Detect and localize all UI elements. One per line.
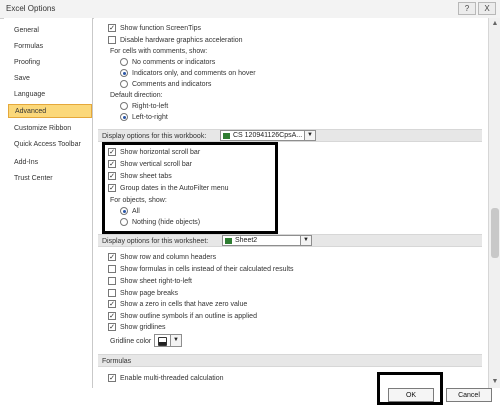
direction-option-rtl[interactable]: Right-to-left bbox=[120, 101, 168, 112]
gridline-color-label: Gridline color bbox=[110, 338, 152, 345]
direction-option-ltr[interactable]: Left-to-right bbox=[120, 112, 168, 123]
sidebar-item-formulas[interactable]: Formulas bbox=[8, 40, 92, 54]
comments-heading: For cells with comments, show: bbox=[110, 48, 208, 55]
comments-option-all[interactable]: Comments and indicators bbox=[120, 79, 211, 90]
sidebar-item-language[interactable]: Language bbox=[8, 88, 92, 102]
multithread-calc-option[interactable]: ✓ Enable multi-threaded calculation bbox=[108, 373, 224, 384]
sidebar-item-general[interactable]: General bbox=[8, 24, 92, 38]
radio-button[interactable] bbox=[120, 80, 128, 88]
workbook-dropdown[interactable]: CS 120941126CpsA... ▼ bbox=[220, 130, 316, 141]
sheet-icon bbox=[225, 238, 232, 244]
checkbox[interactable]: ✓ bbox=[108, 323, 116, 331]
chevron-down-icon[interactable]: ▼ bbox=[170, 335, 181, 346]
checkbox[interactable]: ✓ bbox=[108, 24, 116, 32]
sidebar-item-advanced[interactable]: Advanced bbox=[8, 104, 92, 118]
highlight-annotation-box bbox=[102, 142, 278, 234]
chevron-down-icon[interactable]: ▼ bbox=[304, 131, 315, 140]
checkbox[interactable] bbox=[108, 265, 116, 273]
show-formulas-option[interactable]: Show formulas in cells instead of their … bbox=[108, 264, 294, 275]
excel-workbook-icon bbox=[223, 133, 230, 139]
show-gridlines-option[interactable]: ✓ Show gridlines bbox=[108, 322, 166, 333]
show-sheet-rtl-option[interactable]: Show sheet right-to-left bbox=[108, 276, 192, 287]
checkbox[interactable] bbox=[108, 289, 116, 297]
checkbox[interactable]: ✓ bbox=[108, 312, 116, 320]
window-title: Excel Options bbox=[6, 4, 56, 13]
title-bar: Excel Options ? X bbox=[0, 0, 500, 19]
radio-button[interactable] bbox=[120, 113, 128, 121]
ok-button[interactable]: OK bbox=[388, 388, 434, 402]
close-button[interactable]: X bbox=[478, 2, 496, 15]
sidebar-item-save[interactable]: Save bbox=[8, 72, 92, 86]
formulas-section-header: Formulas bbox=[98, 354, 482, 367]
show-outline-symbols-option[interactable]: ✓ Show outline symbols if an outline is … bbox=[108, 311, 257, 322]
cancel-button[interactable]: Cancel bbox=[446, 388, 492, 402]
show-zero-option[interactable]: ✓ Show a zero in cells that have zero va… bbox=[108, 299, 247, 310]
sidebar-item-customize-ribbon[interactable]: Customize Ribbon bbox=[8, 122, 92, 136]
sidebar-item-proofing[interactable]: Proofing bbox=[8, 56, 92, 70]
show-page-breaks-option[interactable]: Show page breaks bbox=[108, 288, 178, 299]
direction-heading: Default direction: bbox=[110, 92, 163, 99]
comments-option-indicators[interactable]: Indicators only, and comments on hover bbox=[120, 68, 256, 79]
comments-option-none[interactable]: No comments or indicators bbox=[120, 57, 215, 68]
options-sidebar: General Formulas Proofing Save Language … bbox=[4, 18, 93, 388]
checkbox[interactable]: ✓ bbox=[108, 300, 116, 308]
radio-button[interactable] bbox=[120, 58, 128, 66]
scroll-down-icon[interactable]: ▼ bbox=[489, 376, 500, 388]
gridline-color-picker[interactable]: ▼ bbox=[154, 334, 182, 347]
paint-bucket-icon bbox=[158, 337, 167, 346]
sidebar-item-trust-center[interactable]: Trust Center bbox=[8, 172, 92, 186]
show-row-col-headers-option[interactable]: ✓ Show row and column headers bbox=[108, 252, 216, 263]
checkbox[interactable] bbox=[108, 36, 116, 44]
vertical-scrollbar[interactable]: ▲ ▼ bbox=[488, 18, 500, 388]
disable-hw-accel-option[interactable]: Disable hardware graphics acceleration bbox=[108, 35, 243, 46]
chevron-down-icon[interactable]: ▼ bbox=[300, 236, 311, 245]
sidebar-item-quick-access-toolbar[interactable]: Quick Access Toolbar bbox=[8, 138, 92, 152]
scroll-up-icon[interactable]: ▲ bbox=[489, 18, 500, 30]
radio-button[interactable] bbox=[120, 102, 128, 110]
sidebar-item-add-ins[interactable]: Add-Ins bbox=[8, 156, 92, 170]
show-function-screentips-option[interactable]: ✓ Show function ScreenTips bbox=[108, 23, 201, 34]
worksheet-dropdown[interactable]: Sheet2 ▼ bbox=[222, 235, 312, 246]
radio-button[interactable] bbox=[120, 69, 128, 77]
scrollbar-thumb[interactable] bbox=[491, 208, 499, 258]
advanced-options-panel: ✓ Show function ScreenTips Disable hardw… bbox=[94, 18, 488, 388]
checkbox[interactable]: ✓ bbox=[108, 253, 116, 261]
help-button[interactable]: ? bbox=[458, 2, 476, 15]
checkbox[interactable]: ✓ bbox=[108, 374, 116, 382]
checkbox[interactable] bbox=[108, 277, 116, 285]
